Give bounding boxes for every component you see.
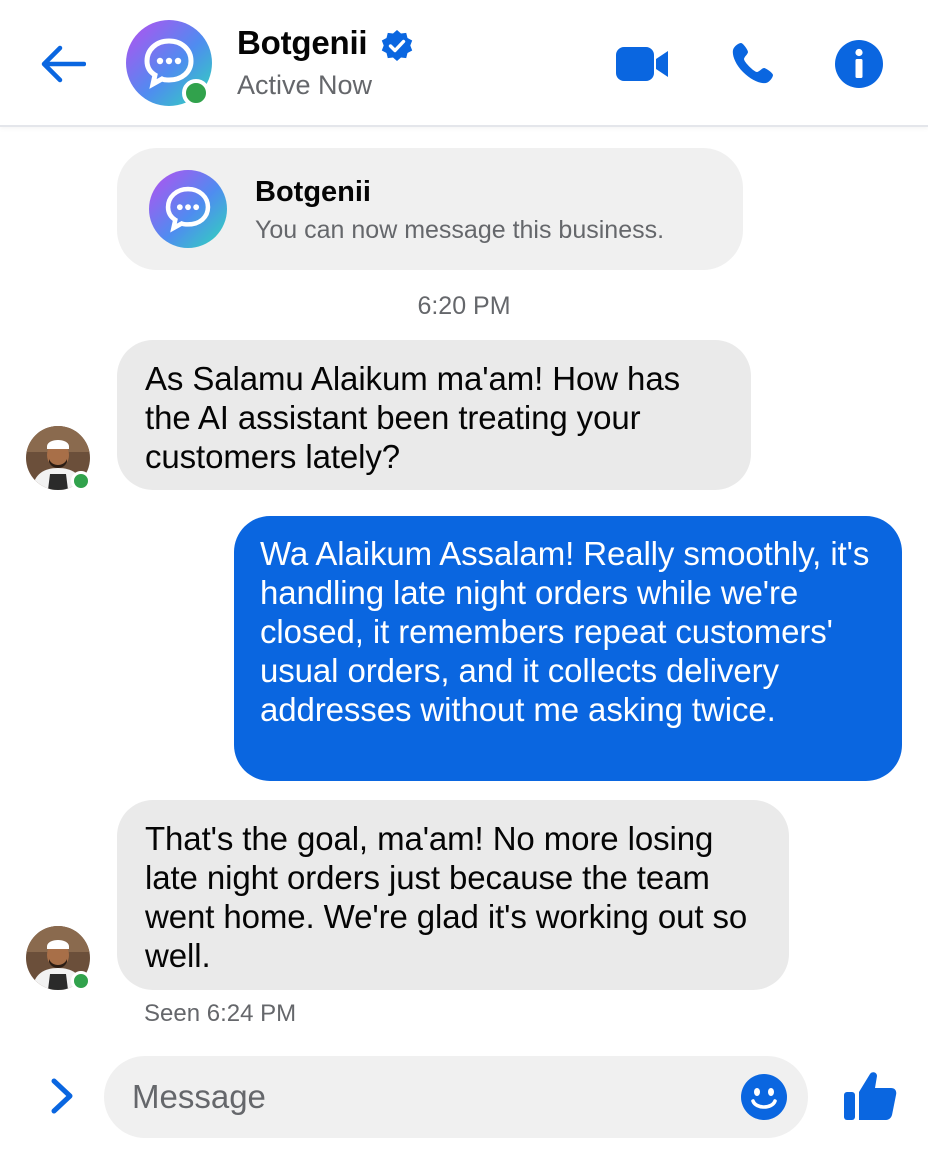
contact-status: Active Now [237, 70, 373, 100]
message-input[interactable] [132, 1056, 722, 1138]
business-subtitle: You can now message this business. [255, 216, 665, 244]
thumbs-up-icon[interactable] [840, 1066, 900, 1126]
incoming-message-bubble[interactable]: As Salamu Alaikum ma'am! How has the AI … [117, 340, 751, 490]
chat-header: Botgenii Active Now [0, 0, 928, 127]
video-camera-icon [616, 47, 668, 81]
message-composer [104, 1056, 808, 1138]
business-intro-card: Botgenii You can now message this busine… [117, 148, 743, 270]
outgoing-message-bubble[interactable]: Wa Alaikum Assalam! Really smoothly, it'… [234, 516, 902, 781]
business-name: Botgenii [255, 176, 371, 208]
expand-actions-button[interactable] [40, 1074, 84, 1118]
agent-online-dot [71, 971, 91, 991]
back-arrow-icon [41, 45, 86, 83]
video-call-button[interactable] [612, 34, 672, 94]
emoji-icon[interactable] [740, 1073, 788, 1121]
online-status-dot [182, 79, 210, 107]
botgenii-logo-avatar [149, 170, 227, 248]
timestamp-divider: 6:20 PM [417, 292, 511, 320]
voice-call-button[interactable] [722, 34, 782, 94]
phone-icon [732, 43, 773, 84]
incoming-message-bubble[interactable]: That's the goal, ma'am! No more losing l… [117, 800, 789, 990]
back-button[interactable] [36, 42, 88, 86]
info-button[interactable] [829, 34, 889, 94]
seen-status: Seen 6:24 PM [144, 1000, 297, 1027]
contact-name: Botgenii [237, 24, 368, 61]
verified-badge-icon [381, 30, 413, 61]
info-icon [835, 40, 883, 88]
agent-online-dot [71, 471, 91, 491]
chevron-right-icon [51, 1078, 73, 1114]
